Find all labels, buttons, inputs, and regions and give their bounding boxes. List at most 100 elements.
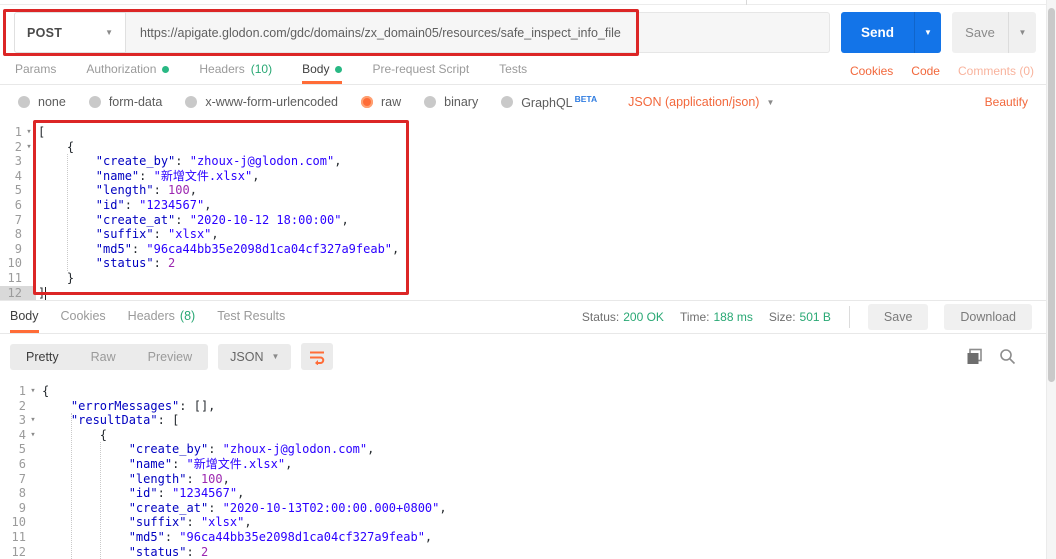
save-options-caret[interactable]: ▼ xyxy=(1008,12,1036,53)
view-pretty[interactable]: Pretty xyxy=(10,344,75,370)
line-number: 3 xyxy=(0,154,22,169)
request-body-editor[interactable]: 1▾[2▾ {3 "create_by": "zhoux-j@glodon.co… xyxy=(0,119,1046,300)
token: "1234567" xyxy=(172,486,237,500)
page-scrollbar[interactable] xyxy=(1046,0,1056,559)
response-body-editor[interactable]: 1▾{2 "errorMessages": [],3▾ "resultData"… xyxy=(0,378,1046,559)
response-tool-icons xyxy=(966,348,1016,365)
radio-icon xyxy=(361,96,373,108)
code-line: 1▾{ xyxy=(0,384,1046,399)
token xyxy=(42,472,129,486)
scrollbar-thumb[interactable] xyxy=(1048,8,1055,382)
search-icon xyxy=(999,348,1016,365)
token: "status" xyxy=(96,256,154,270)
response-format-dropdown[interactable]: JSON ▼ xyxy=(218,344,291,370)
response-tab-body[interactable]: Body xyxy=(10,301,39,333)
indent-guide xyxy=(100,442,101,559)
token: 100 xyxy=(201,472,223,486)
line-gutter: 10 xyxy=(0,515,40,530)
response-tab-cookies[interactable]: Cookies xyxy=(61,301,106,333)
radio-icon xyxy=(424,96,436,108)
save-response-button[interactable]: Save xyxy=(868,304,929,330)
save-request-button[interactable]: Save ▼ xyxy=(952,12,1036,53)
status-dot-icon xyxy=(162,66,169,73)
token xyxy=(42,515,129,529)
code-line: 4▾ { xyxy=(0,428,1046,443)
token xyxy=(42,501,129,515)
token: "resultData" xyxy=(71,413,158,427)
token: : xyxy=(179,399,193,413)
tab-tests[interactable]: Tests xyxy=(499,57,527,84)
send-options-caret[interactable]: ▼ xyxy=(914,12,941,53)
tab-headers[interactable]: Headers(10) xyxy=(199,57,272,84)
code-line: 9 "create_at": "2020-10-13T02:00:00.000+… xyxy=(0,501,1046,516)
token: : xyxy=(139,169,153,183)
token: , xyxy=(367,442,374,456)
code-line: 3▾ "resultData": [ xyxy=(0,413,1046,428)
code-text: "name": "新增文件.xlsx", xyxy=(40,457,292,472)
fold-caret-icon xyxy=(26,472,40,487)
search-response-button[interactable] xyxy=(999,348,1016,365)
body-mode-label: form-data xyxy=(109,95,163,109)
fold-caret-icon xyxy=(26,457,40,472)
token: [ xyxy=(172,413,179,427)
tab-pre-request-script[interactable]: Pre-request Script xyxy=(372,57,469,84)
fold-caret-icon[interactable]: ▾ xyxy=(26,384,40,399)
top-divider-tick xyxy=(746,0,747,5)
code-text: "md5": "96ca44bb35e2098d1ca04cf327a9feab… xyxy=(40,530,432,545)
download-response-button[interactable]: Download xyxy=(944,304,1032,330)
tab-params[interactable]: Params xyxy=(15,57,56,84)
content-type-dropdown[interactable]: JSON (application/json) ▼ xyxy=(628,95,774,109)
chevron-down-icon: ▼ xyxy=(1019,28,1027,37)
code-text: "create_by": "zhoux-j@glodon.com", xyxy=(36,154,341,169)
body-mode-form-data[interactable]: form-data xyxy=(89,95,163,109)
body-mode-x-www-form-urlencoded[interactable]: x-www-form-urlencoded xyxy=(185,95,338,109)
line-number: 6 xyxy=(0,198,22,213)
response-tab-test-results[interactable]: Test Results xyxy=(217,301,285,333)
token: "96ca44bb35e2098d1ca04cf327a9feab" xyxy=(146,242,392,256)
code-line: 12] xyxy=(0,286,1046,300)
fold-caret-icon[interactable]: ▾ xyxy=(22,125,36,140)
body-mode-raw[interactable]: raw xyxy=(361,95,401,109)
line-gutter: 8 xyxy=(0,227,36,242)
code-link[interactable]: Code xyxy=(911,64,940,78)
view-preview[interactable]: Preview xyxy=(132,344,208,370)
fold-caret-icon xyxy=(22,183,36,198)
body-mode-graphql[interactable]: GraphQLBETA xyxy=(501,94,597,110)
response-tab-headers[interactable]: Headers(8) xyxy=(128,301,196,333)
chevron-down-icon: ▼ xyxy=(766,98,774,107)
method-dropdown[interactable]: POST ▼ xyxy=(14,12,126,53)
token: { xyxy=(67,140,74,154)
send-button[interactable]: Send ▼ xyxy=(841,12,941,53)
code-text: "length": 100, xyxy=(36,183,197,198)
line-number: 3 xyxy=(0,413,26,428)
code-line: 6 "name": "新增文件.xlsx", xyxy=(0,457,1046,472)
token: : xyxy=(132,242,146,256)
line-number: 7 xyxy=(0,213,22,228)
line-number: 1 xyxy=(0,125,22,140)
line-gutter: 1▾ xyxy=(0,125,36,140)
url-input[interactable]: https://apigate.glodon.com/gdc/domains/z… xyxy=(126,12,830,53)
wrap-lines-button[interactable] xyxy=(301,343,333,370)
time-label: Time: xyxy=(680,310,710,324)
code-line: 2 "errorMessages": [], xyxy=(0,399,1046,414)
cookies-link[interactable]: Cookies xyxy=(850,64,893,78)
fold-caret-icon[interactable]: ▾ xyxy=(26,428,40,443)
tab-body[interactable]: Body xyxy=(302,57,342,84)
fold-caret-icon[interactable]: ▾ xyxy=(26,413,40,428)
beautify-link[interactable]: Beautify xyxy=(985,95,1028,109)
token: : xyxy=(208,442,222,456)
body-mode-none[interactable]: none xyxy=(18,95,66,109)
token: , xyxy=(341,213,348,227)
copy-response-button[interactable] xyxy=(966,348,983,365)
beta-badge: BETA xyxy=(575,94,598,104)
tab-authorization[interactable]: Authorization xyxy=(86,57,169,84)
line-gutter: 2 xyxy=(0,399,40,414)
body-mode-binary[interactable]: binary xyxy=(424,95,478,109)
token: "新增文件.xlsx" xyxy=(187,457,286,471)
line-number: 5 xyxy=(0,442,26,457)
view-raw[interactable]: Raw xyxy=(75,344,132,370)
token: : xyxy=(175,213,189,227)
comments-0-link[interactable]: Comments (0) xyxy=(958,64,1034,78)
fold-caret-icon[interactable]: ▾ xyxy=(22,140,36,155)
token: , xyxy=(237,486,244,500)
